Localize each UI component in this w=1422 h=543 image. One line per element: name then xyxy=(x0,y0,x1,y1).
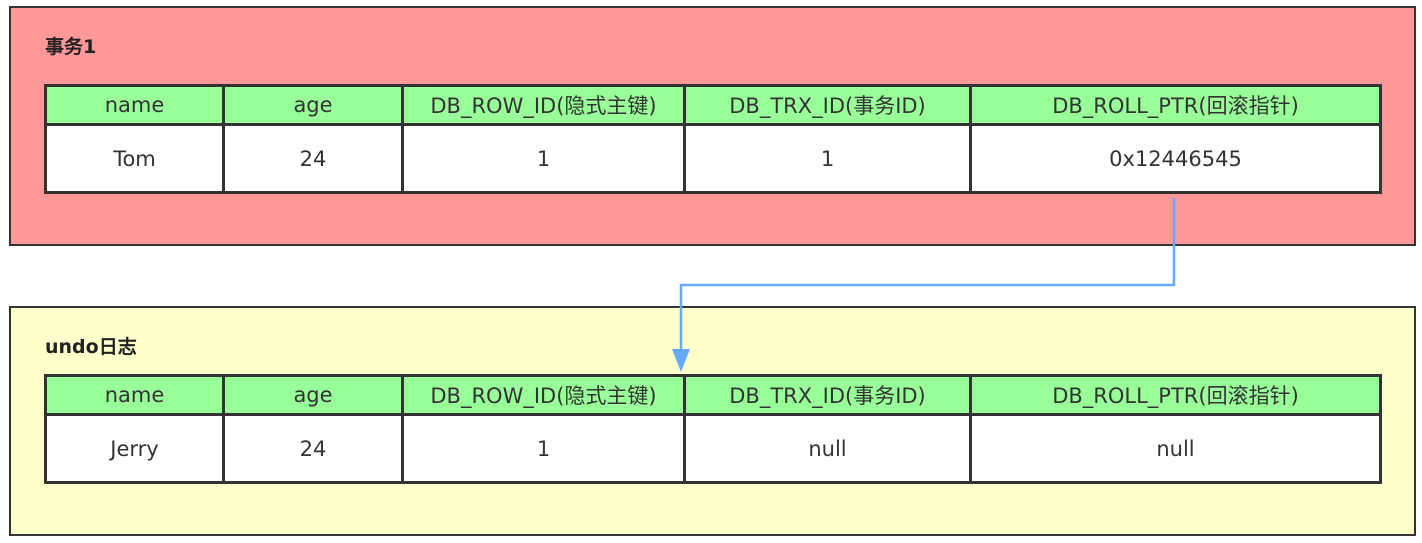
roll-pointer-arrow xyxy=(672,198,1176,372)
roll-pointer-arrowhead-icon xyxy=(672,349,690,372)
roll-pointer-connector-line xyxy=(679,198,1176,355)
